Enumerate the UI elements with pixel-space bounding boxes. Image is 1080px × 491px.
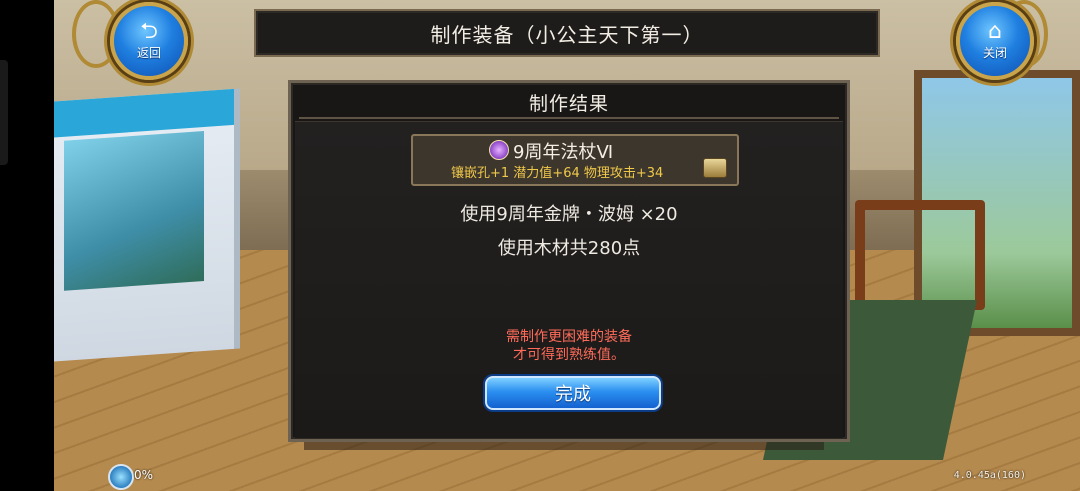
close-button[interactable]: ⌂ 关闭 bbox=[956, 2, 1034, 80]
craft-result-dialog: 制作结果 9周年法杖Ⅵ 镶嵌孔+1 潜力值+64 物理攻击+34 使用9周年金牌… bbox=[288, 80, 850, 442]
item-stats: 镶嵌孔+1 潜力值+64 物理攻击+34 bbox=[451, 166, 664, 181]
proficiency-notice: 需制作更困难的装备 才可得到熟练值。 bbox=[295, 328, 843, 364]
claw-machine bbox=[54, 88, 240, 362]
material-line-wood: 使用木材共280点 bbox=[497, 238, 641, 259]
notice-line-2: 才可得到熟练值。 bbox=[513, 347, 625, 363]
shelf bbox=[855, 200, 985, 310]
treasure-chest-icon bbox=[703, 158, 727, 178]
close-button-label: 关闭 bbox=[982, 46, 1007, 60]
notice-line-1: 需制作更困难的装备 bbox=[506, 329, 632, 345]
screen-left-edge bbox=[0, 0, 54, 491]
dialog-body: 9周年法杖Ⅵ 镶嵌孔+1 潜力值+64 物理攻击+34 使用9周年金牌・波姆 ×… bbox=[295, 121, 843, 438]
back-button-label: 返回 bbox=[136, 46, 161, 60]
staff-icon bbox=[489, 140, 509, 160]
dialog-header: 制作结果 bbox=[299, 87, 839, 119]
done-button[interactable]: 完成 bbox=[485, 376, 661, 410]
home-icon: ⌂ bbox=[988, 19, 1002, 44]
window-title-bar: 制作装备（小公主天下第一） bbox=[254, 9, 880, 57]
dialog-title: 制作结果 bbox=[528, 92, 609, 115]
return-arrow-icon: ⮌ bbox=[140, 19, 158, 44]
version-label: 4.0.45a(160) bbox=[953, 470, 1026, 481]
loading-spinner-icon bbox=[108, 464, 134, 490]
material-line-medal: 使用9周年金牌・波姆 ×20 bbox=[460, 204, 678, 225]
back-button[interactable]: ⮌ 返回 bbox=[110, 2, 188, 80]
crafted-item-card[interactable]: 9周年法杖Ⅵ 镶嵌孔+1 潜力值+64 物理攻击+34 bbox=[411, 134, 739, 186]
side-notch bbox=[0, 60, 8, 165]
window-title: 制作装备（小公主天下第一） bbox=[430, 22, 704, 47]
item-name: 9周年法杖Ⅵ bbox=[513, 142, 614, 163]
loading-percent: 0% bbox=[134, 468, 154, 482]
